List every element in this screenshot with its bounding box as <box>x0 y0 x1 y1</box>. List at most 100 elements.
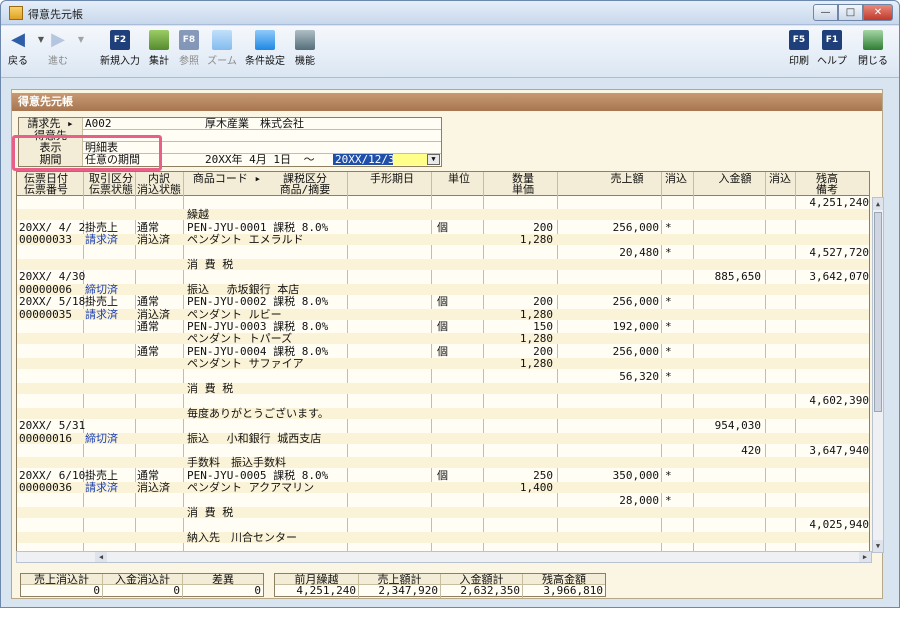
date-to-field[interactable]: 20XX/12/31 <box>333 154 401 165</box>
cell-qty: 200 <box>533 220 553 234</box>
table-row[interactable]: 20XX/ 4/30 885,650 3,642,070 <box>17 271 869 282</box>
scroll-up-icon[interactable]: ▲ <box>873 198 883 210</box>
help-button[interactable]: F1 ヘルプ <box>815 28 849 74</box>
table-row[interactable]: 420 3,647,940 <box>17 444 869 457</box>
condition-settings-label: 条件設定 <box>245 56 285 67</box>
cell-product: 消 費 税 <box>187 258 234 271</box>
scroll-left-icon[interactable]: ◀ <box>95 552 107 562</box>
cell-balance: 4,025,940 <box>809 518 869 532</box>
cell-product: PEN-JYU-0002 課税 8.0% <box>187 295 329 309</box>
cell-unit: 個 <box>437 220 448 234</box>
forward-button[interactable]: ▶ 進む <box>45 28 71 74</box>
table-row[interactable]: 消 費 税 <box>17 507 869 518</box>
col-sales[interactable]: 売上額 <box>601 173 653 184</box>
chevron-down-icon[interactable]: ▼ <box>427 154 440 165</box>
table-row[interactable]: ペンダント トパーズ 1,280 <box>17 333 869 345</box>
table-row[interactable]: 00000036 請求済 消込済 ペンダント アクアマリン 1,400 <box>17 481 869 495</box>
cell-product: ペンダント サファイア <box>187 357 304 371</box>
table-row[interactable]: 通常 PEN-JYU-0004 課税 8.0% 個 200 256,000 * <box>17 344 869 358</box>
table-row[interactable]: 通常 PEN-JYU-0003 課税 8.0% 個 150 192,000 * <box>17 320 869 333</box>
cell-product: 振込 小和銀行 城西支店 <box>187 431 322 445</box>
table-row[interactable]: 毎度ありがとうございます。 <box>17 406 869 420</box>
forward-dropdown[interactable]: ▼ <box>71 28 84 74</box>
print-button[interactable]: F5 印刷 <box>785 28 813 74</box>
cell-breakdown: 消込済 <box>137 233 170 247</box>
close-button[interactable]: 閉じる <box>853 28 893 74</box>
billing-code[interactable]: A002 <box>85 118 112 130</box>
cell-qty: 1,280 <box>519 357 553 371</box>
cell-qty: 250 <box>533 468 553 482</box>
col-bill-due[interactable]: 手形期日 <box>365 173 419 184</box>
chevron-down-icon: ▼ <box>77 35 85 44</box>
vertical-scrollbar[interactable]: ▲ ▼ <box>872 197 884 553</box>
cell-product: ペンダント アクアマリン <box>187 481 315 495</box>
col-clear-2[interactable]: 消込 <box>767 173 793 184</box>
cell-breakdown: 通常 <box>137 344 159 358</box>
table-row[interactable]: 20XX/ 5/18 掛売上 通常 PEN-JYU-0002 課税 8.0% 個 200 2… <box>17 295 869 309</box>
table-row[interactable]: 消 費 税 <box>17 258 869 271</box>
gear-icon <box>295 30 315 50</box>
col-unit[interactable]: 単位 <box>441 173 477 184</box>
f1-key-icon: F1 <box>822 30 842 50</box>
date-from-field[interactable]: 20XX年 4月 1日 ～ <box>205 154 315 166</box>
table-row[interactable]: 20,480 * 4,527,720 <box>17 247 869 258</box>
zoom-button[interactable]: ズーム <box>205 28 239 74</box>
cell-amount: 256,000 <box>612 344 659 358</box>
table-row[interactable]: 00000006 締切済 振込 赤坂銀行 本店 <box>17 283 869 295</box>
cell-amount: 256,000 <box>612 220 659 234</box>
table-row[interactable]: 消 費 税 <box>17 383 869 394</box>
cell-status: 請求済 <box>85 307 118 321</box>
table-row[interactable]: 4,251,240 <box>17 197 869 208</box>
clearing-totals: 売上消込計 0 入金消込計 0 差異 0 <box>20 573 264 598</box>
condition-settings-button[interactable]: 条件設定 <box>241 28 289 74</box>
back-dropdown[interactable]: ▼ <box>31 28 44 74</box>
scroll-down-icon[interactable]: ▼ <box>873 540 883 552</box>
maximize-button[interactable]: □ <box>838 4 863 21</box>
table-row[interactable]: 納入先 川合センター <box>17 530 869 544</box>
function-button[interactable]: 機能 <box>291 28 319 74</box>
table-row[interactable]: 繰越 <box>17 209 869 221</box>
period-select[interactable]: 任意の期間 <box>85 154 140 166</box>
col-clear-1[interactable]: 消込 <box>663 173 689 184</box>
table-row[interactable]: 20XX/ 5/31 954,030 <box>17 420 869 431</box>
cell-unit: 個 <box>437 344 448 358</box>
total-value: 3,966,810 <box>543 584 603 597</box>
title-bar[interactable]: 得意先元帳 — □ ✕ <box>1 1 899 25</box>
table-row[interactable]: 28,000 * <box>17 495 869 506</box>
reference-button[interactable]: F8 参照 <box>175 28 203 74</box>
new-entry-button[interactable]: F2 新規入力 <box>97 28 143 74</box>
table-row[interactable]: 00000033 請求済 消込済 ペンダント エメラルド 1,280 <box>17 233 869 247</box>
total-cell: 入金額計 2,632,350 <box>441 574 523 598</box>
cell-paid: 420 <box>741 444 761 457</box>
cell-breakdown: 通常 <box>137 320 159 333</box>
table-row[interactable]: 4,025,940 <box>17 518 869 532</box>
table-row[interactable]: 20XX/ 4/ 2 掛売上 通常 PEN-JYU-0001 課税 8.0% 個 200 2… <box>17 220 869 234</box>
col-product-code[interactable]: 商品コード ▸ <box>189 173 265 184</box>
table-row[interactable]: ペンダント サファイア 1,280 <box>17 357 869 371</box>
horizontal-scrollbar[interactable]: ◀ ▶ <box>16 551 872 563</box>
cell-breakdown: 通常 <box>137 295 159 309</box>
close-window-button[interactable]: ✕ <box>863 4 893 21</box>
cell-type: 掛売上 <box>85 295 118 309</box>
date-to-extra[interactable] <box>393 154 427 165</box>
table-row[interactable]: 4,602,390 <box>17 395 869 406</box>
table-row[interactable]: 00000035 請求済 消込済 ペンダント ルビー 1,280 <box>17 307 869 321</box>
cell-product: 納入先 川合センター <box>187 530 297 544</box>
table-row[interactable]: 00000016 締切済 振込 小和銀行 城西支店 <box>17 431 869 445</box>
col-payment[interactable]: 入金額 <box>709 173 761 184</box>
minimize-button[interactable]: — <box>813 4 838 21</box>
date-separator: ～ <box>303 153 315 166</box>
total-button[interactable]: 集計 <box>145 28 173 74</box>
print-label: 印刷 <box>789 56 809 67</box>
back-button[interactable]: ◀ 戻る <box>5 28 31 74</box>
cell-breakdown: 通常 <box>137 468 159 482</box>
total-cell: 売上額計 2,347,920 <box>359 574 441 598</box>
table-row[interactable]: 手数料 振込手数料 <box>17 457 869 469</box>
scroll-right-icon[interactable]: ▶ <box>859 552 871 562</box>
scroll-thumb[interactable] <box>874 212 882 412</box>
cell-date: 00000033 <box>19 233 72 247</box>
cell-product: 毎度ありがとうございます。 <box>187 406 329 420</box>
table-row[interactable]: 56,320 * <box>17 371 869 382</box>
table-row[interactable]: 20XX/ 6/10 掛売上 通常 PEN-JYU-0005 課税 8.0% 個 250 3… <box>17 468 869 482</box>
close-label: 閉じる <box>858 56 888 67</box>
